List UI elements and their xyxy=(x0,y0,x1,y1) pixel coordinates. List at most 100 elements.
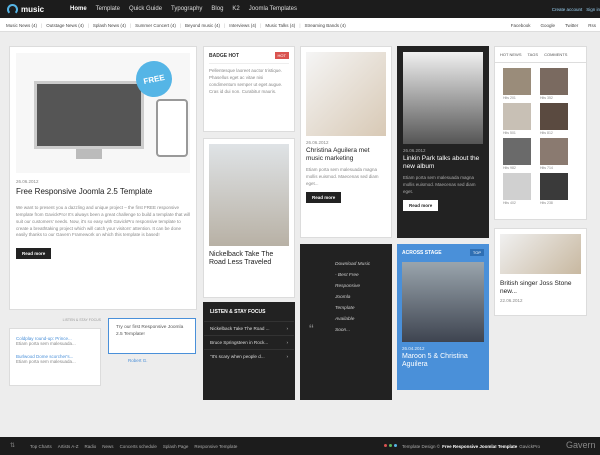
focus-list: Coldplay round-up: Prince... Etiam porta… xyxy=(9,328,101,386)
article-title[interactable]: British singer Joss Stone new... xyxy=(500,280,581,296)
article-body: We want to present you a dazzling and un… xyxy=(16,204,190,238)
create-account-link[interactable]: Create account xyxy=(552,7,583,12)
linkin-park-article: 26.06.2012 Linkin Park talks about the n… xyxy=(397,46,489,238)
footer-credit: Template Design © Free Responsive Joomla!… xyxy=(402,443,541,449)
section-heading: LISTEN & STAY FOCUS xyxy=(62,318,101,322)
article-title[interactable]: Nickelback Take The Road Less Traveled xyxy=(209,251,289,268)
quote-text: Download Music - Best Free Responsive Jooml… xyxy=(335,262,371,334)
category-link[interactable]: Summer Concert (4) xyxy=(135,23,176,28)
thumbnail[interactable]: Hits 812 xyxy=(540,103,568,135)
nav-quick-guide[interactable]: Quick Guide xyxy=(129,6,162,12)
account-links: Create account Sign in xyxy=(552,0,600,18)
category-link[interactable]: Beyond music (4) xyxy=(185,23,220,28)
article-title[interactable]: Christina Aguilera met music marketing xyxy=(306,147,386,163)
thumbnail[interactable]: Hits 352 xyxy=(540,68,568,100)
footer-nav: Top Charts Artists A-Z Radio News Concer… xyxy=(30,437,237,455)
list-item-text: Etiam porta sem malesuada... xyxy=(16,358,76,364)
band-photo xyxy=(403,52,483,144)
article-text: Etiam porta sem malesuada magna mollis e… xyxy=(306,166,379,186)
main-nav: Home Template Quick Guide Typography Blo… xyxy=(70,0,297,18)
article-title[interactable]: Linkin Park talks about the new album xyxy=(403,155,483,171)
article-text: Etiam porta sem malesuada magna mollis e… xyxy=(403,174,476,194)
thumbnail[interactable]: Hits 501 xyxy=(503,103,531,135)
nav-k2[interactable]: K2 xyxy=(232,6,239,12)
color-dots xyxy=(384,444,397,447)
category-link[interactable]: Interviews (4) xyxy=(229,23,256,28)
nav-joomla-templates[interactable]: Joomla Templates xyxy=(249,6,297,12)
nav-template[interactable]: Template xyxy=(96,6,120,12)
thumbnail[interactable]: Hits 714 xyxy=(540,138,568,170)
list-item[interactable]: Bruce Springsteen in Rock... › xyxy=(204,335,294,349)
nav-blog[interactable]: Blog xyxy=(211,6,223,12)
band-photo xyxy=(209,144,289,246)
category-link[interactable]: Streaming Bands (4) xyxy=(304,23,345,28)
scroll-icon[interactable]: ⇅ xyxy=(10,442,15,449)
read-more-button[interactable]: Read more xyxy=(16,248,52,260)
hot-news-widget: HOT NEWS TAGS COMMENTS Hits 201 Hits 352… xyxy=(494,46,587,220)
list-item[interactable]: "It's scary when people d... › xyxy=(204,349,294,363)
article-date: 22.06.2012 xyxy=(500,297,523,303)
category-link[interactable]: Splash News (4) xyxy=(93,23,126,28)
monitor-mockup xyxy=(34,81,144,149)
footer-link[interactable]: Artists A-Z xyxy=(58,444,79,449)
social-links: Facebook Google Twitter Rss xyxy=(511,18,596,32)
footer-link[interactable]: Splash Page xyxy=(163,444,189,449)
article-title[interactable]: Free Responsive Joomla 2.5 Template xyxy=(16,187,190,197)
tab-hot-news[interactable]: HOT NEWS xyxy=(500,52,521,57)
rss-link[interactable]: Rss xyxy=(588,23,596,28)
twitter-link[interactable]: Twitter xyxy=(565,23,578,28)
footer-link[interactable]: News xyxy=(102,444,113,449)
card-text: Pellentesque laoreet auctor tristique. P… xyxy=(209,68,283,94)
concert-photo xyxy=(402,262,484,342)
sign-in-link[interactable]: Sign in xyxy=(586,7,600,12)
christina-article: 26.06.2012 Christina Aguilera met music … xyxy=(300,46,392,238)
box-heading: LISTEN & STAY FOCUS xyxy=(210,309,266,315)
read-more-button[interactable]: Read more xyxy=(403,199,439,211)
article-date: 26.06.2012 xyxy=(16,179,39,184)
thumbnail-grid: Hits 201 Hits 352 Hits 501 Hits 812 Hits… xyxy=(495,63,586,210)
tab-tags[interactable]: TAGS xyxy=(527,52,538,57)
widget-tabs: HOT NEWS TAGS COMMENTS xyxy=(495,47,586,63)
quote-box: “ Download Music - Best Free Responsive Joo… xyxy=(300,244,392,400)
joss-stone-article: British singer Joss Stone new... 22.06.2… xyxy=(494,228,587,316)
list-item[interactable]: Nickelback Take The Road ... › xyxy=(204,321,294,335)
site-logo[interactable]: music xyxy=(7,2,44,16)
facebook-link[interactable]: Facebook xyxy=(511,23,531,28)
footer-link[interactable]: Radio xyxy=(85,444,97,449)
headphones-icon xyxy=(7,3,18,15)
article-date: 26.06.2012 xyxy=(403,148,426,153)
nav-typography[interactable]: Typography xyxy=(171,6,202,12)
badge-hot-card: BADGE HOT HOT Pellentesque laoreet aucto… xyxy=(203,46,295,132)
category-link[interactable]: Music Talks (4) xyxy=(265,23,295,28)
article-title[interactable]: Maroon 5 & Christina Aguilera xyxy=(402,353,484,370)
footer-link[interactable]: Top Charts xyxy=(30,444,52,449)
phone-mockup xyxy=(156,99,188,157)
nav-home[interactable]: Home xyxy=(70,6,87,12)
footer-link[interactable]: Responsive Template xyxy=(194,444,237,449)
thumbnail[interactable]: Hits 402 xyxy=(503,173,531,205)
tab-comments[interactable]: COMMENTS xyxy=(544,52,567,57)
featured-article: FREE 26.06.2012 Free Responsive Joomla 2… xyxy=(9,46,197,310)
footer-logo: Gavern xyxy=(566,440,596,450)
top-tag: TOP xyxy=(469,249,484,256)
artist-photo xyxy=(306,52,386,136)
thumbnail[interactable]: Hits 982 xyxy=(503,138,531,170)
article-date: 26.04.2012 xyxy=(402,346,425,351)
read-more-button[interactable]: Read more xyxy=(306,191,342,203)
category-link[interactable]: Music News (4) xyxy=(6,23,37,28)
google-link[interactable]: Google xyxy=(540,23,555,28)
category-nav: Music News (4) | Outstage News (4) | Splas… xyxy=(6,22,346,28)
tooltip-author: Robert G. xyxy=(128,358,148,363)
footer-link[interactable]: Concerts schedule xyxy=(120,444,157,449)
site-name: music xyxy=(21,4,45,14)
thumbnail[interactable]: Hits 238 xyxy=(540,173,568,205)
listen-focus-box: LISTEN & STAY FOCUS Nickelback Take The … xyxy=(203,302,295,400)
quote-icon: “ xyxy=(309,321,314,337)
thumbnail[interactable]: Hits 201 xyxy=(503,68,531,100)
featured-image: FREE xyxy=(16,53,190,173)
card-heading: ACROSS STAGE xyxy=(402,249,442,256)
promo-tooltip: Try our first Responsive Joomla 2.5 Temp… xyxy=(108,318,196,354)
category-link[interactable]: Outstage News (4) xyxy=(46,23,84,28)
article-date: 26.06.2012 xyxy=(306,140,329,145)
across-stage-card: ACROSS STAGE TOP 26.04.2012 Maroon 5 & C… xyxy=(397,244,489,390)
